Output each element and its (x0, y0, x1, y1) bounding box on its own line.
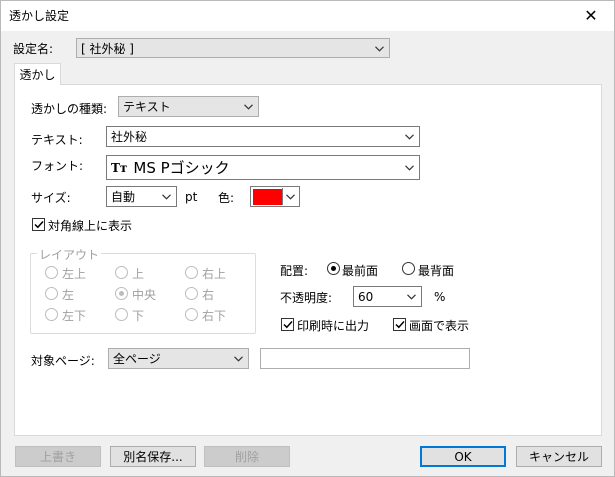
setting-name-value: [ 社外秘 ] (81, 41, 134, 56)
print-output-label: 印刷時に出力 (297, 319, 370, 333)
color-label: 色: (218, 191, 235, 205)
placement-label: 配置: (280, 264, 309, 278)
watermark-type-label: 透かしの種類: (31, 102, 108, 116)
size-select[interactable]: 自動 (106, 186, 177, 207)
chevron-down-icon (158, 188, 174, 205)
opacity-value: 60 (358, 289, 374, 304)
layout-radio-top-right[interactable] (185, 266, 198, 279)
size-value: 自動 (111, 190, 136, 204)
delete-button[interactable]: 削除 (204, 446, 290, 467)
layout-option-label: 右下 (202, 309, 227, 323)
size-unit: pt (185, 190, 198, 204)
placement-radio-front[interactable] (327, 262, 340, 275)
radio-selected-dot (119, 291, 124, 296)
chevron-down-icon (230, 350, 246, 367)
print-output-checkbox[interactable] (281, 318, 294, 331)
layout-option-label: 下 (132, 309, 145, 323)
layout-radio-center[interactable] (115, 287, 128, 300)
layout-option-label: 右上 (202, 267, 227, 281)
setting-name-label: 設定名: (13, 42, 54, 56)
target-pages-label: 対象ページ: (31, 354, 95, 368)
opacity-unit: % (434, 290, 446, 304)
layout-option-label: 左上 (62, 267, 87, 281)
layout-option-label: 左 (62, 288, 75, 302)
layout-option-label: 上 (132, 267, 145, 281)
layout-radio-bottom-left[interactable] (45, 308, 58, 321)
chevron-down-icon (403, 288, 419, 305)
layout-option-label: 中央 (132, 288, 157, 302)
cancel-button[interactable]: キャンセル (516, 446, 602, 467)
checkmark-icon (33, 220, 44, 229)
chevron-down-icon (282, 188, 298, 205)
tab-watermark-label: 透かし (19, 68, 56, 82)
target-pages-select[interactable]: 全ページ (108, 348, 249, 369)
setting-name-select[interactable]: [ 社外秘 ] (76, 38, 390, 58)
layout-radio-right[interactable] (185, 287, 198, 300)
opacity-select[interactable]: 60 (353, 286, 422, 307)
chevron-down-icon (371, 40, 387, 57)
close-icon: ✕ (584, 6, 598, 25)
target-pages-value: 全ページ (113, 352, 161, 366)
tab-watermark[interactable]: 透かし (14, 63, 61, 85)
close-button[interactable]: ✕ (568, 1, 614, 30)
text-combo[interactable]: 社外秘 (106, 126, 420, 147)
diagonal-checkbox[interactable] (32, 218, 45, 231)
screen-display-checkbox[interactable] (393, 318, 406, 331)
layout-radio-top[interactable] (115, 266, 128, 279)
watermark-type-value: テキスト (123, 100, 171, 114)
checkmark-icon (394, 320, 405, 329)
chevron-down-icon (401, 159, 417, 176)
title-bar: 透かし設定 ✕ (1, 1, 614, 31)
page-range-input[interactable] (260, 348, 470, 369)
font-value: MS Pゴシック (133, 159, 230, 177)
diagonal-label: 対角線上に表示 (48, 219, 133, 233)
font-label: フォント: (31, 159, 84, 173)
save-as-button[interactable]: 別名保存... (110, 446, 196, 467)
placement-radio-back[interactable] (402, 262, 415, 275)
checkmark-icon (282, 320, 293, 329)
opacity-label: 不透明度: (280, 291, 333, 305)
layout-option-label: 右 (202, 288, 215, 302)
color-swatch (253, 189, 282, 205)
text-value: 社外秘 (111, 130, 148, 144)
watermark-settings-dialog: 透かし設定 ✕ 設定名: [ 社外秘 ] 透かし 透かしの種類: テキスト テキ… (0, 0, 615, 477)
layout-radio-top-left[interactable] (45, 266, 58, 279)
placement-front-label: 最前面 (342, 264, 379, 278)
layout-legend: レイアウト (37, 246, 102, 263)
layout-radio-left[interactable] (45, 287, 58, 300)
watermark-type-select[interactable]: テキスト (118, 96, 259, 117)
window-title: 透かし設定 (9, 9, 70, 23)
overwrite-button[interactable]: 上書き (15, 446, 101, 467)
text-label: テキスト: (31, 133, 83, 147)
chevron-down-icon (401, 128, 417, 145)
placement-back-label: 最背面 (418, 264, 455, 278)
radio-selected-dot (331, 266, 336, 271)
font-select[interactable]: Tт MS Pゴシック (106, 155, 420, 180)
layout-radio-bottom[interactable] (115, 308, 128, 321)
chevron-down-icon (240, 98, 256, 115)
layout-option-label: 左下 (62, 309, 87, 323)
layout-radio-bottom-right[interactable] (185, 308, 198, 321)
size-label: サイズ: (31, 191, 71, 205)
screen-display-label: 画面で表示 (409, 319, 470, 333)
truetype-font-icon: Tт (111, 160, 128, 175)
ok-button[interactable]: OK (420, 446, 506, 467)
